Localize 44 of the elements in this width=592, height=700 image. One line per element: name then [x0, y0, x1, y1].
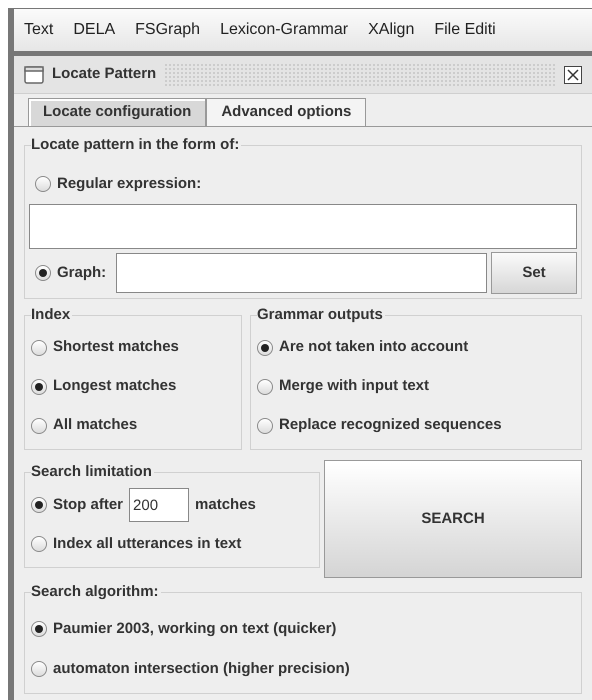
group-title: Search algorithm:	[31, 582, 161, 602]
option-label: Replace recognized sequences	[279, 415, 502, 436]
radio-button[interactable]	[31, 340, 47, 356]
search-button[interactable]: SEARCH	[324, 460, 582, 578]
regex-field[interactable]	[29, 204, 577, 249]
radio-button[interactable]	[257, 378, 273, 394]
radio-button[interactable]	[35, 265, 51, 281]
radio-button[interactable]	[31, 661, 47, 677]
tab[interactable]: Locate configuration	[28, 98, 206, 126]
menu-item[interactable]: Text	[24, 18, 54, 42]
option-label: Longest matches	[53, 376, 176, 396]
option-label: automaton intersection (higher precision)	[53, 658, 350, 679]
radio-button[interactable]	[31, 418, 47, 434]
option-label: Shortest matches	[53, 337, 179, 358]
menu-item[interactable]: FSGraph	[135, 18, 200, 42]
set-button[interactable]: Set	[491, 252, 577, 294]
radio-button[interactable]	[257, 340, 273, 356]
option-label: Paumier 2003, working on text (quicker)	[53, 618, 336, 639]
window-icon	[24, 64, 44, 84]
option-label: Graph:	[57, 262, 106, 283]
radio-button[interactable]	[31, 378, 47, 394]
option-label: Merge with input text	[279, 376, 429, 396]
option-label: Index all utterances in text	[53, 534, 242, 554]
menu-item[interactable]: DELA	[73, 18, 116, 42]
close-button[interactable]	[564, 66, 582, 84]
group-title: Locate pattern in the form of:	[31, 135, 242, 155]
window-title: Locate Pattern	[52, 64, 156, 84]
option-label: Regular expression:	[57, 174, 202, 194]
option-label: matches	[195, 494, 256, 515]
radio-button[interactable]	[31, 536, 47, 552]
radio-button[interactable]	[257, 418, 273, 434]
limit-field[interactable]: 200	[129, 488, 190, 522]
menu-item[interactable]: XAlign	[368, 18, 414, 42]
option-label: All matches	[53, 415, 138, 436]
radio-button[interactable]	[31, 497, 47, 513]
tab[interactable]: Advanced options	[206, 98, 366, 126]
graph-field[interactable]	[116, 253, 487, 293]
radio-button[interactable]	[35, 176, 51, 192]
close-icon	[567, 68, 579, 80]
menu-item[interactable]: Lexicon-Grammar	[220, 18, 348, 42]
radio-button[interactable]	[31, 621, 47, 637]
menu-item[interactable]: File Editi	[434, 18, 496, 42]
option-label: Stop after	[53, 494, 124, 515]
option-label: Are not taken into account	[279, 337, 468, 358]
